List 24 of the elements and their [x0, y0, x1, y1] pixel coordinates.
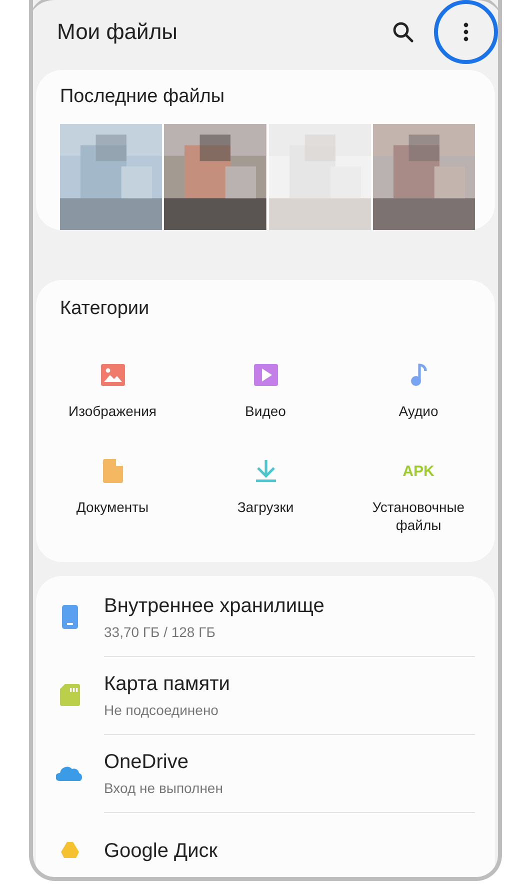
- category-item[interactable]: Документы: [36, 458, 189, 534]
- storage-item[interactable]: Внутреннее хранилище 33,70 ГБ / 128 ГБ: [36, 578, 495, 656]
- storage-item[interactable]: OneDrive Вход не выполнен: [36, 734, 495, 812]
- storage-item[interactable]: Google Диск: [36, 812, 495, 877]
- category-item[interactable]: Изображения: [36, 362, 189, 420]
- drive-icon: [61, 842, 79, 860]
- section-title: Категории: [60, 298, 150, 320]
- app-title: Мои файлы: [57, 19, 178, 45]
- phone-icon: [62, 605, 78, 629]
- more-options-button[interactable]: [434, 0, 498, 64]
- more-icon: [463, 21, 469, 43]
- section-title: Последние файлы: [60, 86, 226, 108]
- category-item[interactable]: APK Установочные файлы: [342, 458, 495, 534]
- play-icon: [254, 364, 278, 386]
- image-icon: [100, 364, 124, 386]
- document-icon: [102, 459, 122, 483]
- download-icon: [254, 459, 276, 483]
- storage-item[interactable]: Карта памяти Не подсоединено: [36, 656, 495, 734]
- category-item[interactable]: Видео: [189, 362, 342, 420]
- apk-icon: APK: [402, 462, 434, 480]
- sd-card-icon: [60, 684, 80, 706]
- search-icon: [392, 21, 414, 43]
- category-item[interactable]: Аудио: [342, 362, 495, 420]
- category-item[interactable]: Загрузки: [189, 458, 342, 534]
